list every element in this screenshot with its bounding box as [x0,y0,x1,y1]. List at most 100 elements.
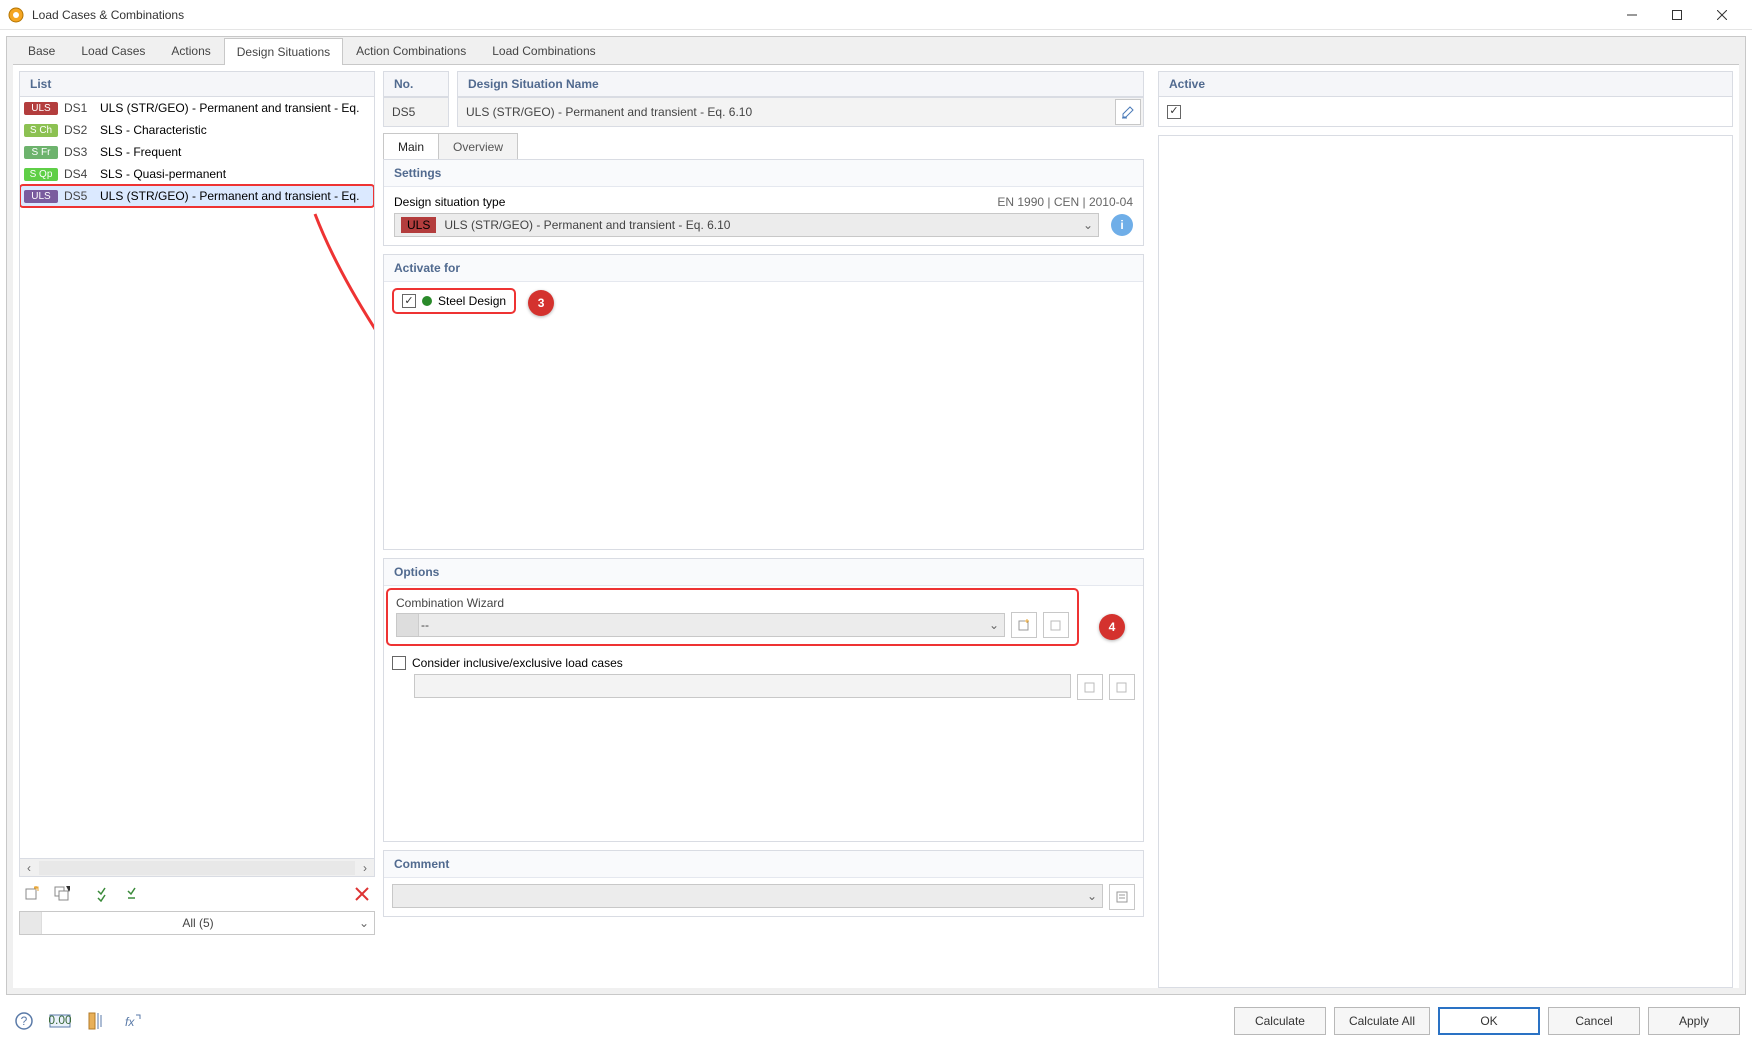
list-item-id: DS4 [64,167,94,181]
cancel-button[interactable]: Cancel [1548,1007,1640,1035]
edit-name-button[interactable] [1115,99,1141,125]
bottom-bar: ? 0.00 fx Calculate Calculate All OK Can… [0,1001,1752,1041]
options-header: Options [384,559,1143,586]
preview-pane [1158,135,1733,988]
chevron-down-icon: ⌄ [354,916,374,930]
chevron-down-icon: ⌄ [1078,218,1098,232]
no-value-text: DS5 [392,105,415,119]
wizard-edit-button[interactable] [1043,612,1069,638]
list-item-name: ULS (STR/GEO) - Permanent and transient … [100,101,359,115]
settings-type-dropdown[interactable]: ULS ULS (STR/GEO) - Permanent and transi… [394,213,1099,237]
tag-uls: ULS [401,217,436,233]
window-title: Load Cases & Combinations [32,8,1609,22]
minimize-button[interactable] [1609,0,1654,30]
list-item-id: DS2 [64,123,94,137]
svg-text:?: ? [21,1014,28,1028]
active-label: Active [1158,71,1733,97]
new-item-button[interactable] [19,881,45,907]
tag-sch: S Ch [24,124,58,137]
left-column: List ULS DS1 ULS (STR/GEO) - Permanent a… [13,71,375,988]
list-h-scrollbar[interactable]: ‹ › [20,858,374,876]
filter-text: All (5) [42,916,354,930]
comment-section: Comment ⌄ [383,850,1144,917]
calculate-all-button[interactable]: Calculate All [1334,1007,1430,1035]
ok-button[interactable]: OK [1438,1007,1540,1035]
consider-edit-button[interactable] [1109,674,1135,700]
filter-swatch [20,912,42,934]
active-panel: Active [1158,71,1733,127]
list-item[interactable]: S Ch DS2 SLS - Characteristic [20,119,374,141]
comment-edit-button[interactable] [1109,884,1135,910]
list-item-selected[interactable]: ULS DS5 ULS (STR/GEO) - Permanent and tr… [20,185,374,207]
list-filter-dropdown[interactable]: All (5) ⌄ [19,911,375,935]
tag-uls: ULS [24,102,58,115]
units-icon[interactable]: 0.00 [48,1009,72,1033]
no-panel: No. DS5 [383,71,449,127]
settings-header: Settings [384,160,1143,187]
steel-design-checkbox[interactable] [402,294,416,308]
uncheck-all-button[interactable] [121,881,147,907]
settings-type-row: Design situation type EN 1990 | CEN | 20… [394,195,1133,209]
tab-actions[interactable]: Actions [158,37,223,64]
list-item-name: SLS - Characteristic [100,123,207,137]
close-button[interactable] [1699,0,1744,30]
settings-type-label: Design situation type [394,195,505,209]
wizard-new-button[interactable] [1011,612,1037,638]
info-button[interactable]: i [1111,214,1133,236]
inner-tab-overview[interactable]: Overview [438,133,518,159]
settings-type-ref: EN 1990 | CEN | 2010-04 [997,195,1133,209]
chevron-down-icon: ⌄ [984,618,1004,632]
list-item-name: ULS (STR/GEO) - Permanent and transient … [100,189,359,203]
tab-load-combinations[interactable]: Load Combinations [479,37,608,64]
annotation-arrow [300,209,375,369]
help-icon[interactable]: ? [12,1009,36,1033]
middle-column: No. DS5 Design Situation Name ULS (STR/G… [383,71,1150,988]
list-toolbar: ▾ [19,877,375,911]
annotation-badge-3: 3 [528,290,554,316]
activate-header: Activate for [384,255,1143,282]
scroll-track[interactable] [39,861,355,875]
name-value: ULS (STR/GEO) - Permanent and transient … [466,105,1111,119]
list-item[interactable]: S Fr DS3 SLS - Frequent [20,141,374,163]
tab-action-combinations[interactable]: Action Combinations [343,37,479,64]
tag-sfr: S Fr [24,146,58,159]
chevron-down-icon: ⌄ [1082,889,1102,903]
calculate-button[interactable]: Calculate [1234,1007,1326,1035]
consider-checkbox[interactable] [392,656,406,670]
activate-section: Activate for Steel Design 3 [383,254,1144,550]
copy-item-button[interactable]: ▾ [49,881,75,907]
active-checkbox[interactable] [1167,105,1181,119]
list-item-name: SLS - Quasi-permanent [100,167,226,181]
top-tabs: Base Load Cases Actions Design Situation… [7,37,1745,64]
check-all-button[interactable] [91,881,117,907]
svg-text:▾: ▾ [66,886,70,895]
scroll-left-icon[interactable]: ‹ [20,859,38,877]
no-label: No. [383,71,449,97]
dialog-frame: Base Load Cases Actions Design Situation… [6,36,1746,995]
maximize-button[interactable] [1654,0,1699,30]
comment-dropdown[interactable]: ⌄ [392,884,1103,908]
tag-sop: S Qp [24,168,58,181]
delete-item-button[interactable] [349,881,375,907]
inner-tabs: Main Overview [383,133,1144,159]
activate-steel-row[interactable]: Steel Design [394,290,514,312]
wizard-dropdown[interactable]: -- ⌄ [396,613,1005,637]
inner-tab-main[interactable]: Main [383,133,439,159]
function-icon[interactable]: fx [120,1009,144,1033]
list-body[interactable]: ULS DS1 ULS (STR/GEO) - Permanent and tr… [19,96,375,877]
view-icon[interactable] [84,1009,108,1033]
tab-base[interactable]: Base [15,37,68,64]
consider-new-button[interactable] [1077,674,1103,700]
right-column: Active [1158,71,1739,988]
app-icon [8,7,24,23]
apply-button[interactable]: Apply [1648,1007,1740,1035]
list-item-id: DS1 [64,101,94,115]
tab-load-cases[interactable]: Load Cases [68,37,158,64]
wizard-swatch [397,614,419,636]
list-item[interactable]: ULS DS1 ULS (STR/GEO) - Permanent and tr… [20,97,374,119]
list-item[interactable]: S Qp DS4 SLS - Quasi-permanent [20,163,374,185]
list-item-name: SLS - Frequent [100,145,181,159]
tab-design-situations[interactable]: Design Situations [224,38,343,65]
scroll-right-icon[interactable]: › [356,859,374,877]
list-item-id: DS3 [64,145,94,159]
